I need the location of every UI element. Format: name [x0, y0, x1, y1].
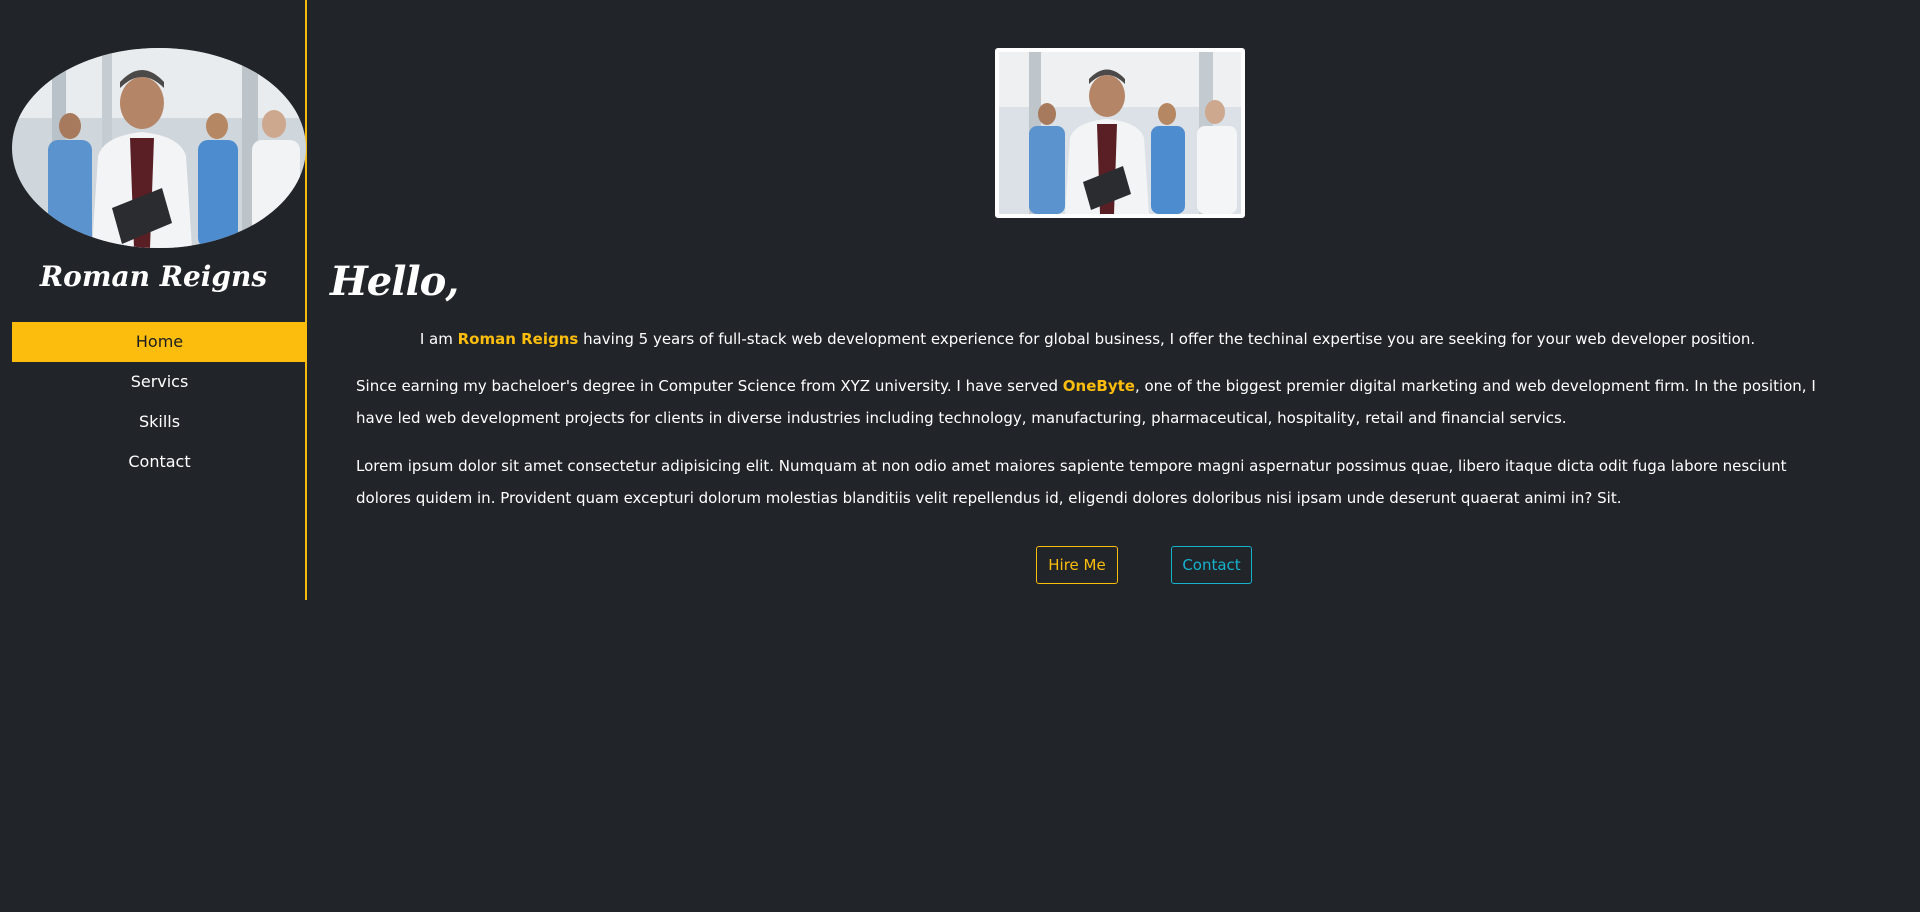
lorem-paragraph: Lorem ipsum dolor sit amet consectetur a…: [356, 457, 1787, 507]
experience-paragraph: Since earning my bacheloer's degree in C…: [356, 370, 1846, 434]
intro-name: Roman Reigns: [457, 330, 579, 348]
nav-item-services[interactable]: Servics: [12, 362, 307, 402]
nav-item-contact[interactable]: Contact: [12, 442, 307, 482]
intro-paragraph: I am Roman Reigns having 5 years of full…: [330, 327, 1845, 351]
company-name: OneByte: [1062, 377, 1135, 395]
experience-prefix: Since earning my bacheloer's degree in C…: [356, 377, 1063, 395]
intro-suffix: having 5 years of full-stack web develop…: [578, 330, 1756, 348]
sidebar-nav: Home Servics Skills Contact: [12, 322, 307, 482]
contact-button[interactable]: Contact: [1171, 546, 1252, 584]
sidebar: Roman Reigns Home Servics Skills Contact: [0, 0, 307, 600]
hero-image: [995, 48, 1245, 218]
nav-item-home[interactable]: Home: [12, 322, 307, 362]
hire-me-button[interactable]: Hire Me: [1036, 546, 1118, 584]
profile-avatar: [12, 48, 306, 248]
sidebar-name: Roman Reigns: [39, 260, 268, 293]
intro-prefix: I am: [419, 330, 458, 348]
nav-item-skills[interactable]: Skills: [12, 402, 307, 442]
greeting-heading: Hello,: [330, 258, 459, 305]
